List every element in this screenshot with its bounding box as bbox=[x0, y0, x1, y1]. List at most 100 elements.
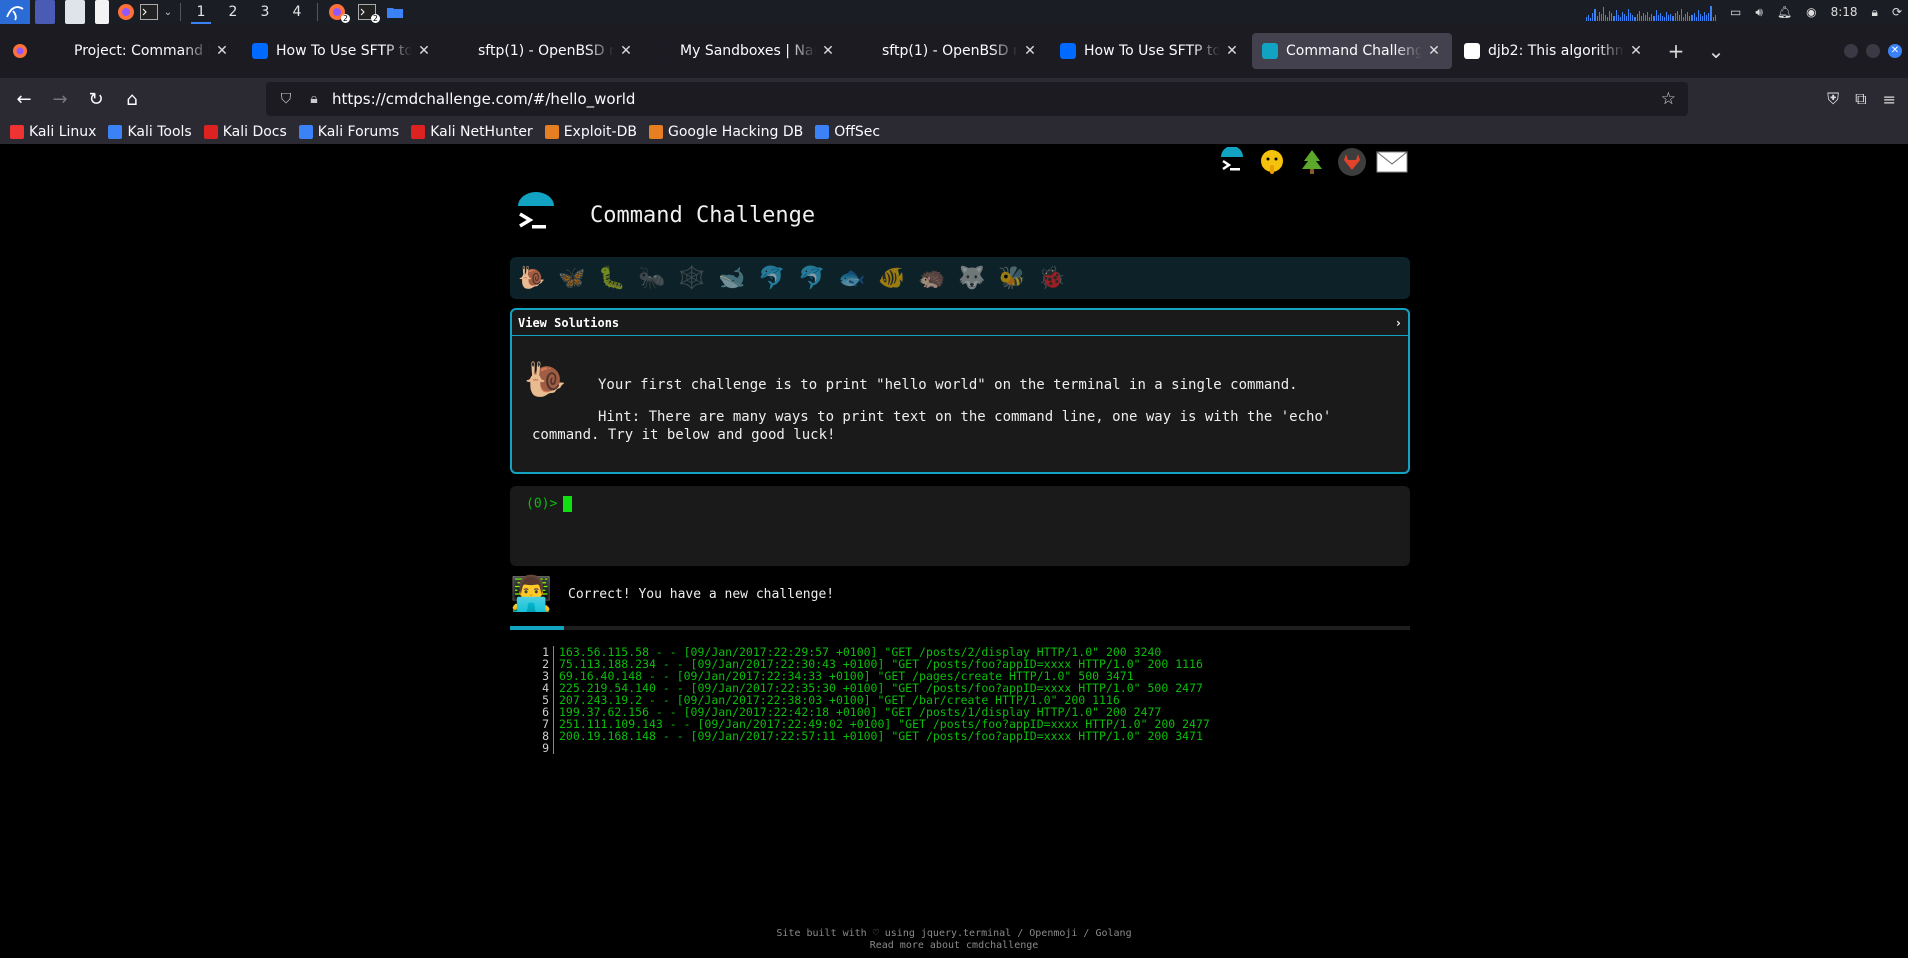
bookmark-item[interactable]: OffSec bbox=[815, 124, 880, 140]
power-manager-icon[interactable]: ◉ bbox=[1806, 5, 1816, 19]
bookmark-item[interactable]: Kali Forums bbox=[298, 124, 399, 140]
bookmark-label[interactable]: Kali Forums bbox=[318, 124, 399, 140]
back-button[interactable]: ← bbox=[6, 83, 42, 115]
tab-label[interactable]: djb2: This algorithm (k bbox=[1488, 43, 1624, 59]
challenge-badge-icon[interactable]: 🦋 bbox=[558, 266, 586, 291]
challenge-badge-icon[interactable]: 🐞 bbox=[1038, 266, 1066, 291]
menu-icon[interactable]: ≡ bbox=[1883, 90, 1896, 109]
challenge-badge-icon[interactable]: 🐜 bbox=[638, 266, 666, 291]
lock-icon[interactable]: 🔒︎ bbox=[304, 91, 324, 107]
taskbar-files-button[interactable] bbox=[382, 0, 408, 24]
display-icon[interactable]: ▭ bbox=[1730, 5, 1741, 19]
bookmark-label[interactable]: Google Hacking DB bbox=[668, 124, 803, 140]
list-all-tabs-button[interactable]: ⌄ bbox=[1696, 33, 1736, 69]
view-solutions-label[interactable]: View Solutions bbox=[518, 316, 619, 330]
workspace-4[interactable]: 4 bbox=[281, 0, 313, 24]
bookmark-item[interactable]: Kali Tools bbox=[108, 124, 192, 140]
mail-icon[interactable] bbox=[1376, 146, 1408, 178]
challenge-badge-icon[interactable]: 🐟 bbox=[838, 266, 866, 291]
volume-icon[interactable]: 🔊︎ bbox=[1755, 5, 1763, 20]
browser-tab[interactable]: My Sandboxes | Nairobi✕ bbox=[646, 33, 846, 69]
close-window-button[interactable]: ✕ bbox=[1888, 44, 1902, 58]
challenge-badge-icon[interactable]: 🐠 bbox=[878, 266, 906, 291]
bookmark-item[interactable]: Kali Linux bbox=[10, 124, 96, 140]
workspace-1[interactable]: 1 bbox=[185, 0, 217, 24]
terminal-icon[interactable] bbox=[1216, 146, 1248, 178]
taskbar-firefox-button[interactable]: 2 bbox=[322, 0, 352, 24]
tree-icon[interactable] bbox=[1296, 146, 1328, 178]
bookmark-label[interactable]: Kali Docs bbox=[223, 124, 287, 140]
close-tab-icon[interactable]: ✕ bbox=[1628, 43, 1644, 59]
forward-button[interactable]: → bbox=[42, 83, 78, 115]
challenge-badge-icon[interactable]: 🐬 bbox=[798, 266, 826, 291]
bookmark-label[interactable]: Kali Linux bbox=[29, 124, 96, 140]
challenge-badge-icon[interactable]: 🐬 bbox=[758, 266, 786, 291]
reload-button[interactable]: ↻ bbox=[78, 83, 114, 115]
gitlab-icon[interactable] bbox=[1336, 146, 1368, 178]
browser-tab[interactable]: sftp(1) - OpenBSD manual✕ bbox=[848, 33, 1048, 69]
close-tab-icon[interactable]: ✕ bbox=[1426, 43, 1442, 59]
home-button[interactable]: ⌂ bbox=[114, 83, 150, 115]
close-tab-icon[interactable]: ✕ bbox=[1022, 43, 1038, 59]
chevron-down-icon[interactable]: ⌄ bbox=[160, 0, 176, 24]
tab-label[interactable]: Project: Command line bbox=[74, 43, 210, 59]
close-tab-icon[interactable]: ✕ bbox=[214, 43, 230, 59]
refresh-icon[interactable]: ⟳ bbox=[1892, 5, 1902, 19]
close-tab-icon[interactable]: ✕ bbox=[416, 43, 432, 59]
tab-label[interactable]: How To Use SFTP to Se bbox=[276, 43, 412, 59]
workspace-3[interactable]: 3 bbox=[249, 0, 281, 24]
new-tab-button[interactable]: + bbox=[1656, 33, 1696, 69]
terminal-app-icon[interactable] bbox=[138, 0, 160, 24]
tab-label[interactable]: How To Use SFTP to Se bbox=[1084, 43, 1220, 59]
bookmark-item[interactable]: Exploit-DB bbox=[544, 124, 637, 140]
kali-menu-icon[interactable] bbox=[0, 0, 30, 24]
browser-tab[interactable]: How To Use SFTP to Se✕ bbox=[242, 33, 442, 69]
tab-label[interactable]: sftp(1) - OpenBSD manual bbox=[882, 43, 1018, 59]
challenge-badge-icon[interactable]: 🕸️ bbox=[678, 266, 706, 291]
firefox-icon[interactable] bbox=[114, 0, 138, 24]
close-tab-icon[interactable]: ✕ bbox=[618, 43, 634, 59]
bookmark-star-icon[interactable]: ☆ bbox=[1661, 89, 1676, 109]
bookmark-label[interactable]: Kali Tools bbox=[127, 124, 191, 140]
tab-label[interactable]: My Sandboxes | Nairobi bbox=[680, 43, 816, 59]
cmdchallenge-logo-icon[interactable] bbox=[510, 192, 562, 238]
firefox-view-icon[interactable] bbox=[0, 24, 40, 78]
file-manager-icon[interactable] bbox=[65, 0, 85, 24]
clock[interactable]: 8:18 bbox=[1831, 5, 1858, 19]
challenge-badge-icon[interactable]: 🐌 bbox=[518, 266, 546, 291]
bookmark-item[interactable]: Kali Docs bbox=[203, 124, 287, 140]
text-editor-icon[interactable] bbox=[95, 0, 109, 24]
close-tab-icon[interactable]: ✕ bbox=[1224, 43, 1240, 59]
url-bar[interactable]: ⛉ 🔒︎ https://cmdchallenge.com/#/hello_wo… bbox=[266, 82, 1688, 116]
browser-tab[interactable]: Command Challenge!✕ bbox=[1252, 33, 1452, 69]
browser-tab[interactable]: sftp(1) - OpenBSD manual✕ bbox=[444, 33, 644, 69]
url-text[interactable]: https://cmdchallenge.com/#/hello_world bbox=[332, 90, 635, 108]
tracking-protection-icon[interactable]: ⛉ bbox=[276, 91, 296, 107]
browser-tab[interactable]: Project: Command line✕ bbox=[40, 33, 240, 69]
workspace-show-desktop-icon[interactable] bbox=[35, 0, 55, 24]
tab-label[interactable]: Command Challenge! bbox=[1286, 43, 1422, 59]
bookmark-label[interactable]: Kali NetHunter bbox=[430, 124, 532, 140]
workspace-2[interactable]: 2 bbox=[217, 0, 249, 24]
notification-bell-icon[interactable]: 🔔︎ bbox=[1777, 5, 1792, 19]
close-tab-icon[interactable]: ✕ bbox=[820, 43, 836, 59]
bookmark-item[interactable]: Kali NetHunter bbox=[411, 124, 533, 140]
browser-tab[interactable]: djb2: This algorithm (k✕ bbox=[1454, 33, 1654, 69]
challenge-badge-icon[interactable]: 🐝 bbox=[998, 266, 1026, 291]
challenge-badge-icon[interactable]: 🐺 bbox=[958, 266, 986, 291]
maximize-button[interactable] bbox=[1866, 44, 1880, 58]
taskbar-terminal-button[interactable]: 2 bbox=[352, 0, 382, 24]
terminal-input[interactable]: (0)> bbox=[510, 486, 1410, 566]
challenge-badge-icon[interactable]: 🐛 bbox=[598, 266, 626, 291]
footer-about-link[interactable]: Read more about cmdchallenge bbox=[0, 940, 1908, 952]
tab-label[interactable]: sftp(1) - OpenBSD manual bbox=[478, 43, 614, 59]
bookmark-label[interactable]: Exploit-DB bbox=[564, 124, 637, 140]
bookmark-label[interactable]: OffSec bbox=[834, 124, 880, 140]
bookmark-item[interactable]: Google Hacking DB bbox=[648, 124, 803, 140]
chevron-right-icon[interactable]: › bbox=[1395, 316, 1402, 330]
extensions-icon[interactable]: ⧉ bbox=[1855, 89, 1866, 109]
emoji-icon[interactable] bbox=[1256, 146, 1288, 178]
challenge-badge-icon[interactable]: 🐋 bbox=[718, 266, 746, 291]
challenge-badge-icon[interactable]: 🦔 bbox=[918, 266, 946, 291]
pocket-icon[interactable]: ⛨ bbox=[1827, 89, 1839, 109]
